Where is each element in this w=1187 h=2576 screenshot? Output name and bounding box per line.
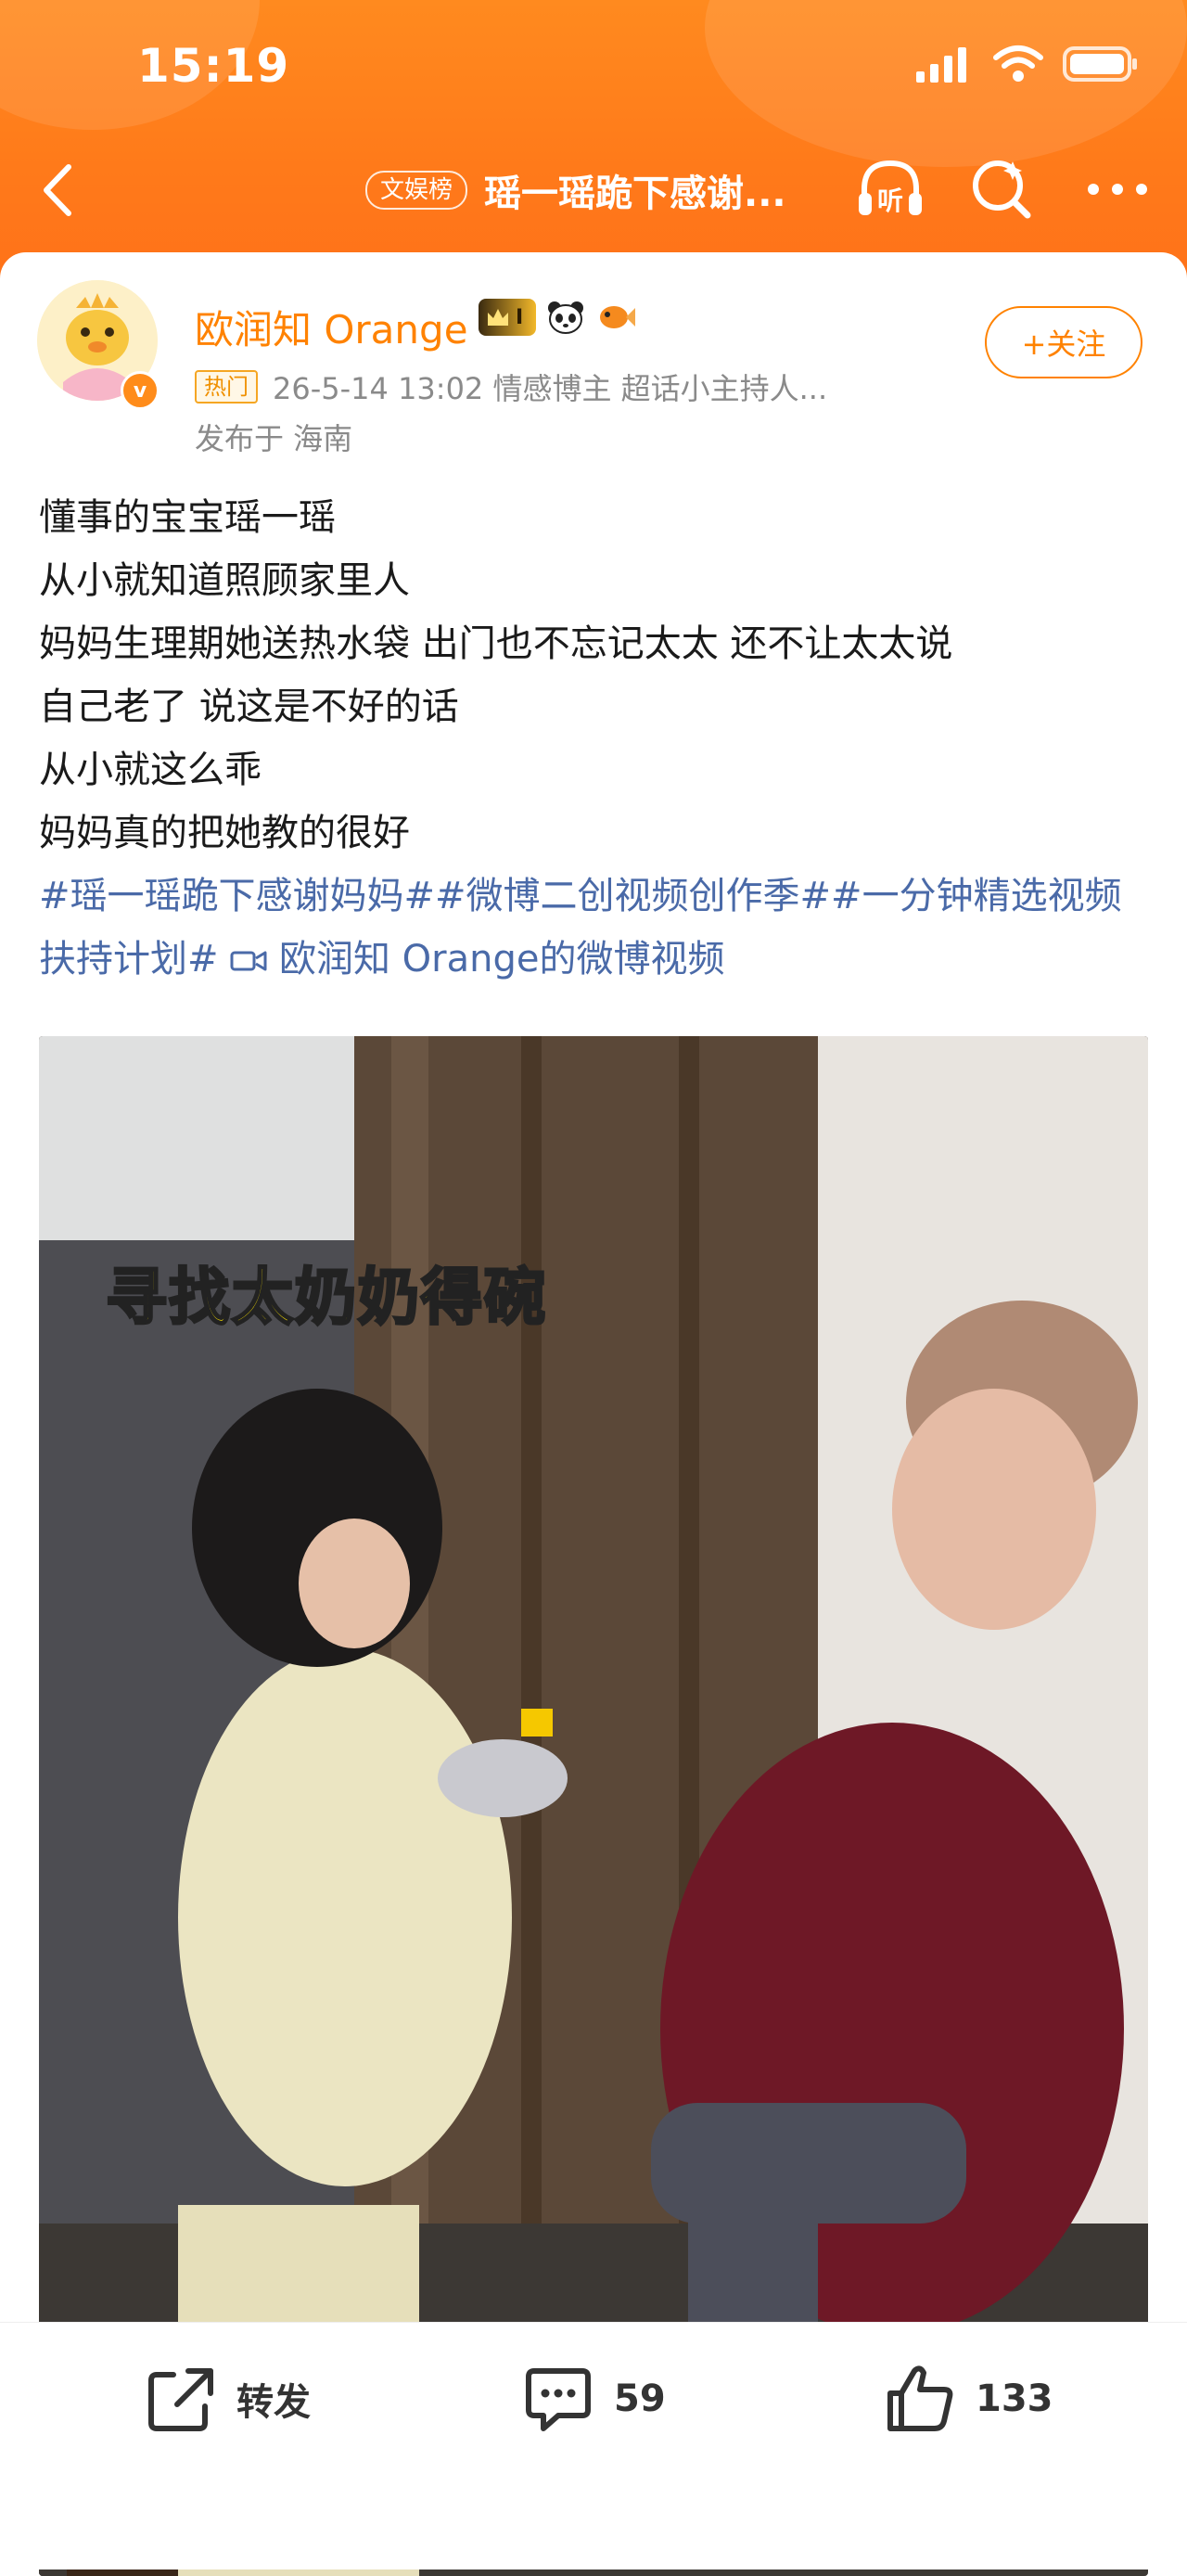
post-line: 从小就知道照顾家里人 (39, 559, 410, 602)
post-meta-row: 热门 26-5-14 13:02 情感博主 超话小主持人... (195, 365, 827, 408)
post-line: 从小就这么乖 (39, 749, 262, 791)
crown-icon (488, 309, 508, 326)
post-meta: 26-5-14 13:02 情感博主 超话小主持人... (273, 371, 828, 406)
listen-icon[interactable]: 听 (853, 152, 927, 226)
post-line: 自己老了 说这是不好的话 (39, 686, 459, 728)
goldfish-icon (600, 306, 636, 328)
search-icon[interactable] (964, 152, 1039, 226)
repost-icon (148, 2368, 213, 2431)
follow-button[interactable]: +关注 (985, 306, 1142, 378)
like-count: 133 (976, 2377, 1053, 2420)
listen-label: 听 (877, 186, 903, 216)
vip-badge: I (479, 299, 537, 336)
comment-icon (526, 2368, 591, 2431)
like-icon (887, 2365, 953, 2431)
author-name[interactable]: 欧润知 Orange (195, 299, 468, 355)
like-button[interactable]: 133 (883, 2362, 1053, 2436)
back-icon[interactable] (28, 158, 93, 223)
signal-icon (916, 47, 966, 83)
battery-icon (1063, 46, 1137, 82)
more-icon[interactable] (1080, 152, 1155, 226)
post-line: 妈妈生理期她送热水袋 出门也不忘记太太 还不让太太说 (39, 622, 953, 665)
panda-icon (548, 301, 584, 334)
verified-badge-icon: v (121, 371, 160, 410)
status-time: 15:19 (137, 39, 290, 93)
post-location: 发布于 海南 (195, 421, 353, 456)
action-bar: 转发 59 133 (0, 2322, 1187, 2570)
nav-bar: 文娱榜 瑶一瑶跪下感谢... 听 (0, 148, 1187, 232)
repost-label: 转发 (236, 2381, 311, 2424)
post-line: 妈妈真的把她教的很好 (39, 812, 410, 854)
post-line: 懂事的宝宝瑶一瑶 (39, 496, 336, 539)
video-link[interactable]: 欧润知 Orange的微博视频 (230, 938, 724, 980)
repost-button[interactable]: 转发 (144, 2362, 311, 2436)
post-card: v 欧润知 Orange I 热门 26-5-14 13:02 情感博主 超话小… (0, 252, 1187, 2576)
nav-title: 瑶一瑶跪下感谢... (484, 173, 786, 215)
status-icons (914, 45, 1139, 83)
wifi-icon (993, 45, 1043, 82)
video-link-label: 欧润知 Orange的微博视频 (278, 938, 725, 980)
author-badges: I (479, 299, 636, 336)
hashtag-block: #瑶一瑶跪下感谢妈妈##微博二创视频创作季##一分钟精选视频扶持计划# 欧润知 … (39, 865, 1152, 991)
post-body: 懂事的宝宝瑶一瑶 从小就知道照顾家里人 妈妈生理期她送热水袋 出门也不忘记太太 … (39, 486, 1152, 991)
comment-button[interactable]: 59 (521, 2362, 666, 2436)
hot-tag: 热门 (195, 370, 258, 404)
header-glow (705, 0, 1187, 167)
comment-count: 59 (614, 2377, 666, 2420)
app-header: 15:19 文娱榜 瑶一瑶跪下感谢... 听 (0, 0, 1187, 278)
rank-tag: 文娱榜 (365, 171, 468, 210)
vip-level: I (516, 305, 524, 329)
video-caption: 寻找太奶奶得碗 (105, 1261, 547, 1335)
nav-title-group[interactable]: 文娱榜 瑶一瑶跪下感谢... (365, 163, 786, 217)
video-camera-icon (230, 951, 267, 971)
